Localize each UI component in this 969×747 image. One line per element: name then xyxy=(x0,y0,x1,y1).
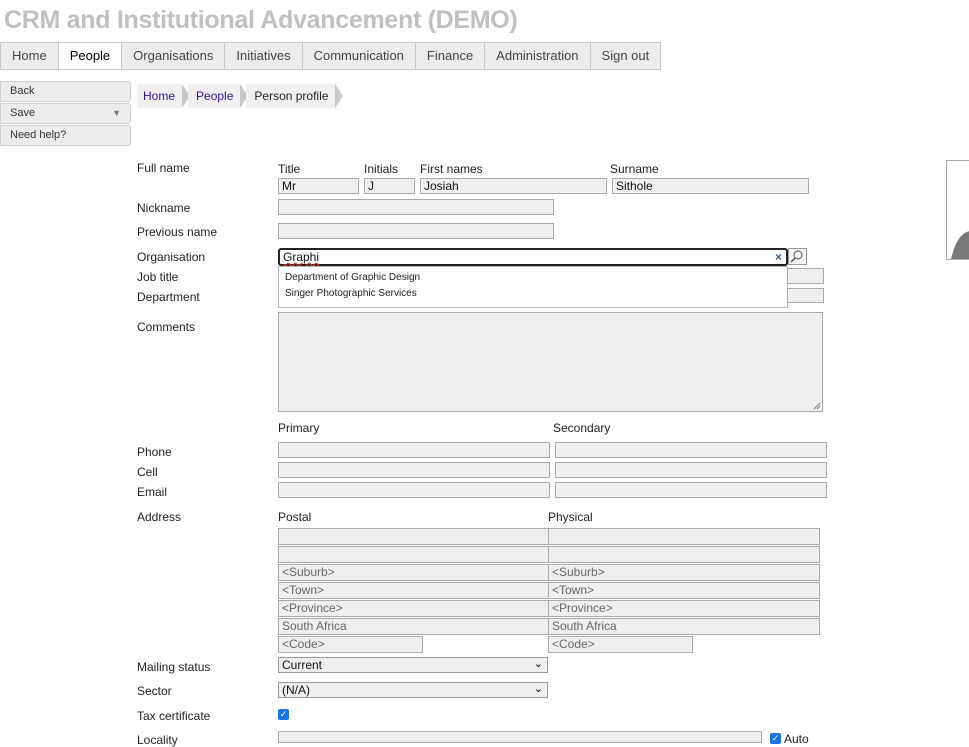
initials-header: Initials xyxy=(364,162,399,176)
physical-code-field[interactable]: <Code> xyxy=(548,636,693,653)
mailing-status-value: Current xyxy=(282,658,323,672)
organisation-search-input[interactable]: Graphi × xyxy=(278,248,788,266)
nickname-label: Nickname xyxy=(137,201,191,215)
email-label: Email xyxy=(137,485,168,499)
first-names-header: First names xyxy=(420,162,483,176)
avatar-placeholder-icon xyxy=(951,231,969,259)
organisation-label: Organisation xyxy=(137,250,206,264)
resize-handle-icon[interactable] xyxy=(813,402,821,410)
chevron-down-icon: ⌄ xyxy=(533,658,543,670)
cell-primary-field[interactable] xyxy=(278,462,550,478)
tab-sign-out[interactable]: Sign out xyxy=(591,43,661,69)
main-nav: Home People Organisations Initiatives Co… xyxy=(0,42,662,70)
postal-header: Postal xyxy=(278,510,312,524)
tab-organisations[interactable]: Organisations xyxy=(122,43,226,69)
comments-label: Comments xyxy=(137,320,196,334)
sector-value: (N/A) xyxy=(282,683,310,697)
tab-home[interactable]: Home xyxy=(1,43,59,69)
back-button[interactable]: Back xyxy=(0,81,131,102)
suggestion-item[interactable]: Department of Graphic Design xyxy=(279,270,787,286)
phone-primary-field[interactable] xyxy=(278,442,550,458)
job-title-label: Job title xyxy=(137,270,179,284)
sector-label: Sector xyxy=(137,684,172,698)
organisation-search-button[interactable] xyxy=(788,248,807,265)
department-label: Department xyxy=(137,290,200,304)
breadcrumb-home[interactable]: Home xyxy=(137,84,191,108)
email-secondary-field[interactable] xyxy=(555,482,827,498)
cell-label: Cell xyxy=(137,465,158,479)
previous-name-label: Previous name xyxy=(137,225,218,239)
mailing-status-label: Mailing status xyxy=(137,660,211,674)
suggestion-item[interactable]: Singer Photographic Services xyxy=(279,286,787,302)
title-field[interactable]: Mr xyxy=(278,178,359,194)
comments-textarea[interactable] xyxy=(278,312,823,412)
tax-certificate-label: Tax certificate xyxy=(137,709,211,723)
physical-suburb-field[interactable]: <Suburb> xyxy=(548,564,820,581)
tab-people[interactable]: People xyxy=(58,43,123,69)
postal-country-field[interactable]: South Africa xyxy=(278,618,549,635)
email-primary-field[interactable] xyxy=(278,482,550,498)
job-title-field[interactable] xyxy=(787,268,824,284)
postal-town-field[interactable]: <Town> xyxy=(278,582,549,599)
nickname-field[interactable] xyxy=(278,199,554,215)
primary-header: Primary xyxy=(278,421,320,435)
postal-code-field[interactable]: <Code> xyxy=(278,636,423,653)
locality-field[interactable] xyxy=(278,731,762,743)
breadcrumb: Home People Person profile xyxy=(137,84,344,108)
need-help-button[interactable]: Need help? xyxy=(0,125,131,146)
locality-label: Locality xyxy=(137,733,178,747)
initials-field[interactable]: J xyxy=(364,178,415,194)
locality-auto-checkbox[interactable]: ✓ xyxy=(770,733,781,744)
physical-town-field[interactable]: <Town> xyxy=(548,582,820,599)
postal-suburb-field[interactable]: <Suburb> xyxy=(278,564,549,581)
surname-field[interactable]: Sithole xyxy=(612,178,809,194)
tax-certificate-checkbox[interactable]: ✓ xyxy=(278,709,289,720)
cell-secondary-field[interactable] xyxy=(555,462,827,478)
postal-province-field[interactable]: <Province> xyxy=(278,600,549,617)
full-name-label: Full name xyxy=(137,161,190,175)
tab-initiatives[interactable]: Initiatives xyxy=(225,43,303,69)
breadcrumb-person-profile: Person profile xyxy=(246,84,344,108)
secondary-header: Secondary xyxy=(553,421,611,435)
phone-label: Phone xyxy=(137,445,172,459)
physical-line1-field[interactable] xyxy=(548,528,820,545)
previous-name-field[interactable] xyxy=(278,223,554,239)
app-title: CRM and Institutional Advancement (DEMO) xyxy=(4,6,518,34)
sector-select[interactable]: (N/A) ⌄ xyxy=(278,682,548,698)
address-label: Address xyxy=(137,510,182,524)
breadcrumb-people[interactable]: People xyxy=(188,84,249,108)
chevron-down-icon: ⌄ xyxy=(533,683,543,695)
physical-province-field[interactable]: <Province> xyxy=(548,600,820,617)
save-button[interactable]: Save ▼ xyxy=(0,103,131,124)
chevron-down-icon[interactable]: ▼ xyxy=(112,104,121,123)
save-button-label: Save xyxy=(10,107,36,119)
tab-finance[interactable]: Finance xyxy=(416,43,486,69)
locality-auto-label: Auto xyxy=(784,732,809,746)
surname-header: Surname xyxy=(610,162,659,176)
postal-line2-field[interactable] xyxy=(278,546,549,563)
organisation-suggestions: Department of Graphic Design Singer Phot… xyxy=(278,266,788,308)
first-names-field[interactable]: Josiah xyxy=(420,178,607,194)
clear-icon[interactable]: × xyxy=(775,250,782,264)
physical-country-field[interactable]: South Africa xyxy=(548,618,820,635)
department-field[interactable] xyxy=(787,288,824,303)
physical-line2-field[interactable] xyxy=(548,546,820,563)
search-icon xyxy=(790,250,803,263)
side-panel-edge xyxy=(946,160,969,260)
organisation-search-text: Graphi xyxy=(283,250,320,264)
tab-administration[interactable]: Administration xyxy=(485,43,591,69)
title-header: Title xyxy=(278,162,301,176)
mailing-status-select[interactable]: Current ⌄ xyxy=(278,657,548,673)
physical-header: Physical xyxy=(548,510,593,524)
postal-line1-field[interactable] xyxy=(278,528,549,545)
phone-secondary-field[interactable] xyxy=(555,442,827,458)
tab-communication[interactable]: Communication xyxy=(303,43,416,69)
